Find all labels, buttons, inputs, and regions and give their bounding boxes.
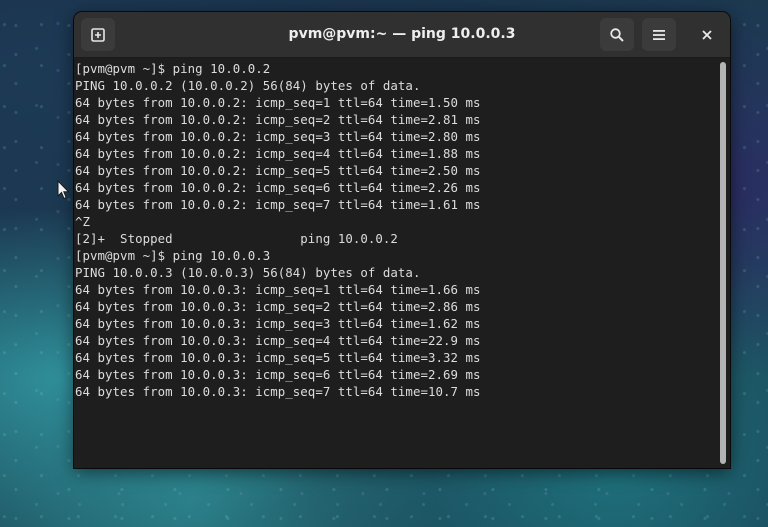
terminal-window: pvm@pvm:~ — ping 10.0.0.3 [pvm@pvm ~]$ p… — [74, 12, 730, 468]
search-button[interactable] — [600, 18, 634, 51]
close-icon — [702, 29, 712, 40]
new-tab-button[interactable] — [81, 18, 115, 51]
terminal-line: 64 bytes from 10.0.0.2: icmp_seq=3 ttl=6… — [75, 129, 481, 144]
terminal-line: 64 bytes from 10.0.0.3: icmp_seq=1 ttl=6… — [75, 282, 481, 297]
header-bar: pvm@pvm:~ — ping 10.0.0.3 — [74, 12, 730, 58]
terminal-line: 64 bytes from 10.0.0.2: icmp_seq=1 ttl=6… — [75, 95, 481, 110]
terminal-line: 64 bytes from 10.0.0.2: icmp_seq=7 ttl=6… — [75, 197, 481, 212]
terminal-line: 64 bytes from 10.0.0.3: icmp_seq=7 ttl=6… — [75, 384, 481, 399]
search-icon — [610, 27, 624, 42]
terminal-line: 64 bytes from 10.0.0.3: icmp_seq=5 ttl=6… — [75, 350, 481, 365]
menu-button[interactable] — [642, 18, 676, 51]
terminal-line: 64 bytes from 10.0.0.3: icmp_seq=2 ttl=6… — [75, 299, 481, 314]
terminal-line: 64 bytes from 10.0.0.2: icmp_seq=4 ttl=6… — [75, 146, 481, 161]
terminal-line: [2]+ Stopped ping 10.0.0.2 — [75, 231, 398, 246]
terminal-line: 64 bytes from 10.0.0.2: icmp_seq=2 ttl=6… — [75, 112, 481, 127]
scrollbar-thumb[interactable] — [720, 62, 726, 464]
new-tab-icon — [91, 27, 105, 42]
terminal-line: 64 bytes from 10.0.0.3: icmp_seq=4 ttl=6… — [75, 333, 481, 348]
terminal-line: ^Z — [75, 214, 91, 229]
close-button[interactable] — [690, 18, 724, 51]
terminal-line: 64 bytes from 10.0.0.3: icmp_seq=6 ttl=6… — [75, 367, 481, 382]
terminal-line: PING 10.0.0.3 (10.0.0.3) 56(84) bytes of… — [75, 265, 421, 280]
mouse-pointer-icon — [57, 180, 70, 200]
terminal-line: 64 bytes from 10.0.0.3: icmp_seq=3 ttl=6… — [75, 316, 481, 331]
terminal-line: PING 10.0.0.2 (10.0.0.2) 56(84) bytes of… — [75, 78, 421, 93]
terminal-line: [pvm@pvm ~]$ ping 10.0.0.3 — [75, 248, 271, 263]
scrollbar[interactable] — [718, 60, 728, 464]
terminal-line: 64 bytes from 10.0.0.2: icmp_seq=5 ttl=6… — [75, 163, 481, 178]
hamburger-menu-icon — [653, 29, 665, 40]
terminal-line: 64 bytes from 10.0.0.2: icmp_seq=6 ttl=6… — [75, 180, 481, 195]
terminal-line: [pvm@pvm ~]$ ping 10.0.0.2 — [75, 61, 271, 76]
terminal-output[interactable]: [pvm@pvm ~]$ ping 10.0.0.2 PING 10.0.0.2 … — [75, 60, 715, 464]
